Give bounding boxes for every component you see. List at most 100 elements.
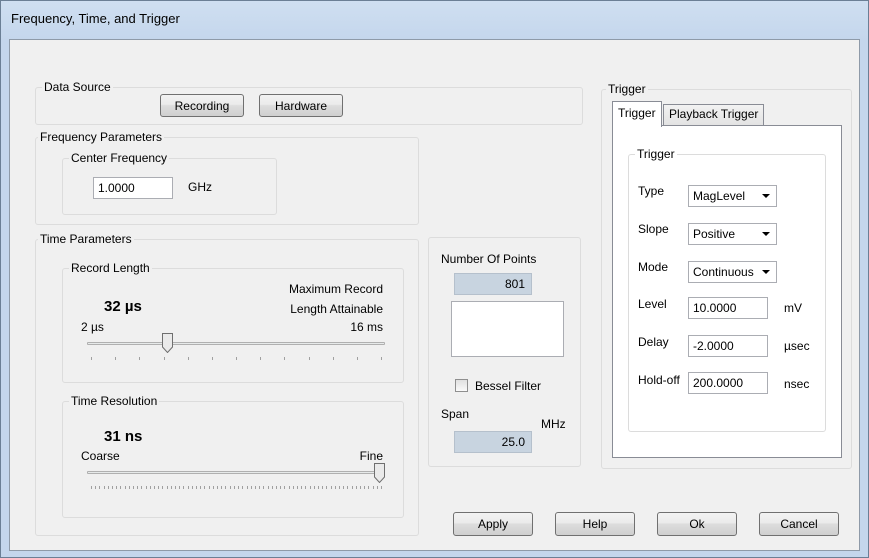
slider-tick bbox=[347, 486, 349, 489]
slider-tick bbox=[179, 486, 181, 489]
slope-select[interactable]: Positive bbox=[688, 223, 777, 245]
slider-tick bbox=[158, 486, 160, 489]
record-length-slider-track[interactable] bbox=[87, 342, 385, 345]
slider-tick bbox=[175, 486, 177, 489]
slider-tick bbox=[233, 486, 235, 489]
holdoff-unit: nsec bbox=[784, 377, 810, 391]
slider-tick bbox=[254, 486, 256, 489]
slider-tick bbox=[196, 486, 198, 489]
slider-tick bbox=[208, 486, 210, 489]
slider-tick bbox=[154, 486, 156, 489]
trigger-inner-legend: Trigger bbox=[635, 147, 677, 161]
time-resolution-slider-thumb[interactable] bbox=[374, 463, 385, 483]
slider-tick bbox=[301, 486, 303, 489]
bessel-filter-checkbox[interactable] bbox=[455, 379, 468, 392]
slider-tick bbox=[221, 486, 223, 489]
slider-tick bbox=[91, 357, 92, 360]
record-length-slider-thumb[interactable] bbox=[161, 333, 173, 353]
trigger-tab-page: Trigger Type MagLevel Slope Positive Mod… bbox=[612, 125, 842, 458]
span-label: Span bbox=[441, 407, 470, 421]
slider-tick bbox=[260, 357, 262, 360]
type-label: Type bbox=[638, 184, 665, 198]
delay-input[interactable]: -2.0000 bbox=[688, 335, 768, 357]
type-select[interactable]: MagLevel bbox=[688, 185, 777, 207]
cancel-button[interactable]: Cancel bbox=[759, 512, 839, 536]
slider-tick bbox=[280, 486, 282, 489]
slider-tick bbox=[91, 486, 92, 489]
delay-unit: µsec bbox=[784, 339, 810, 353]
time-resolution-group: Time Resolution 31 ns Coarse Fine bbox=[62, 394, 404, 518]
slider-tick bbox=[107, 486, 109, 489]
time-parameters-legend: Time Parameters bbox=[38, 232, 134, 246]
points-display-box[interactable] bbox=[451, 301, 564, 357]
slider-tick bbox=[99, 486, 101, 489]
dialog-client-area: Data Source Recording Hardware Frequency… bbox=[9, 39, 860, 551]
span-value: 25.0 bbox=[454, 431, 532, 453]
holdoff-input[interactable]: 200.0000 bbox=[688, 372, 768, 394]
slider-tick bbox=[284, 486, 286, 489]
tab-trigger[interactable]: Trigger bbox=[612, 101, 662, 127]
slider-tick bbox=[271, 486, 273, 489]
slider-tick bbox=[139, 357, 141, 360]
data-source-group: Data Source Recording Hardware bbox=[35, 80, 583, 125]
data-source-legend: Data Source bbox=[42, 80, 113, 94]
slope-label: Slope bbox=[638, 222, 669, 236]
slider-tick bbox=[313, 486, 315, 489]
slider-tick bbox=[217, 486, 219, 489]
hardware-button[interactable]: Hardware bbox=[259, 94, 343, 117]
time-parameters-group: Time Parameters Record Length Maximum Re… bbox=[35, 232, 419, 536]
slider-tick bbox=[359, 486, 361, 489]
slider-tick bbox=[372, 486, 374, 489]
slider-tick bbox=[376, 486, 378, 489]
apply-button[interactable]: Apply bbox=[453, 512, 533, 536]
ok-button[interactable]: Ok bbox=[657, 512, 737, 536]
slider-tick bbox=[296, 486, 298, 489]
slider-tick bbox=[326, 486, 328, 489]
window-title: Frequency, Time, and Trigger bbox=[11, 11, 180, 26]
points-span-group: Number Of Points 801 Bessel Filter Span … bbox=[428, 237, 581, 467]
slider-tick bbox=[305, 486, 307, 489]
slider-tick bbox=[343, 486, 345, 489]
type-select-value: MagLevel bbox=[693, 189, 746, 203]
slider-tick bbox=[200, 486, 202, 489]
slider-tick bbox=[250, 486, 252, 489]
max-record-label-line1: Maximum Record bbox=[288, 282, 383, 296]
slider-tick bbox=[166, 486, 168, 489]
slider-tick bbox=[338, 486, 340, 489]
title-bar[interactable]: Frequency, Time, and Trigger bbox=[1, 1, 868, 39]
slider-tick bbox=[145, 486, 147, 489]
record-length-value: 32 µs bbox=[104, 298, 142, 315]
slider-tick bbox=[317, 486, 319, 489]
slider-tick bbox=[334, 486, 336, 489]
record-length-group: Record Length Maximum Record Length Atta… bbox=[62, 261, 404, 383]
time-resolution-slider-track[interactable] bbox=[87, 471, 385, 474]
slider-tick bbox=[381, 357, 382, 360]
tab-playback-trigger[interactable]: Playback Trigger bbox=[663, 104, 765, 125]
trigger-group-legend: Trigger bbox=[606, 82, 648, 96]
slider-tick bbox=[112, 486, 113, 489]
level-input[interactable]: 10.0000 bbox=[688, 297, 768, 319]
mode-select[interactable]: Continuous bbox=[688, 261, 777, 283]
slider-tick bbox=[246, 486, 248, 489]
slider-tick bbox=[225, 486, 227, 489]
holdoff-label: Hold-off bbox=[638, 373, 680, 387]
delay-label: Delay bbox=[638, 335, 669, 349]
number-of-points-label: Number Of Points bbox=[441, 252, 537, 266]
record-length-max-label: 16 ms bbox=[350, 320, 383, 334]
slider-tick bbox=[263, 486, 265, 489]
max-record-label-line2: Length Attainable bbox=[290, 302, 383, 316]
time-resolution-legend: Time Resolution bbox=[69, 394, 160, 408]
recording-button[interactable]: Recording bbox=[160, 94, 244, 117]
record-length-legend: Record Length bbox=[69, 261, 152, 275]
slider-tick bbox=[170, 486, 172, 489]
slider-tick bbox=[141, 486, 143, 489]
help-button[interactable]: Help bbox=[555, 512, 635, 536]
center-frequency-input[interactable]: 1.0000 bbox=[93, 177, 173, 199]
slider-tick bbox=[267, 486, 269, 489]
level-label: Level bbox=[638, 297, 667, 311]
trigger-group: Trigger Trigger Playback Trigger Trigger… bbox=[601, 82, 852, 469]
slider-tick bbox=[163, 357, 165, 360]
slider-tick bbox=[308, 357, 310, 360]
span-unit: MHz bbox=[541, 417, 566, 431]
slider-tick bbox=[187, 357, 189, 360]
